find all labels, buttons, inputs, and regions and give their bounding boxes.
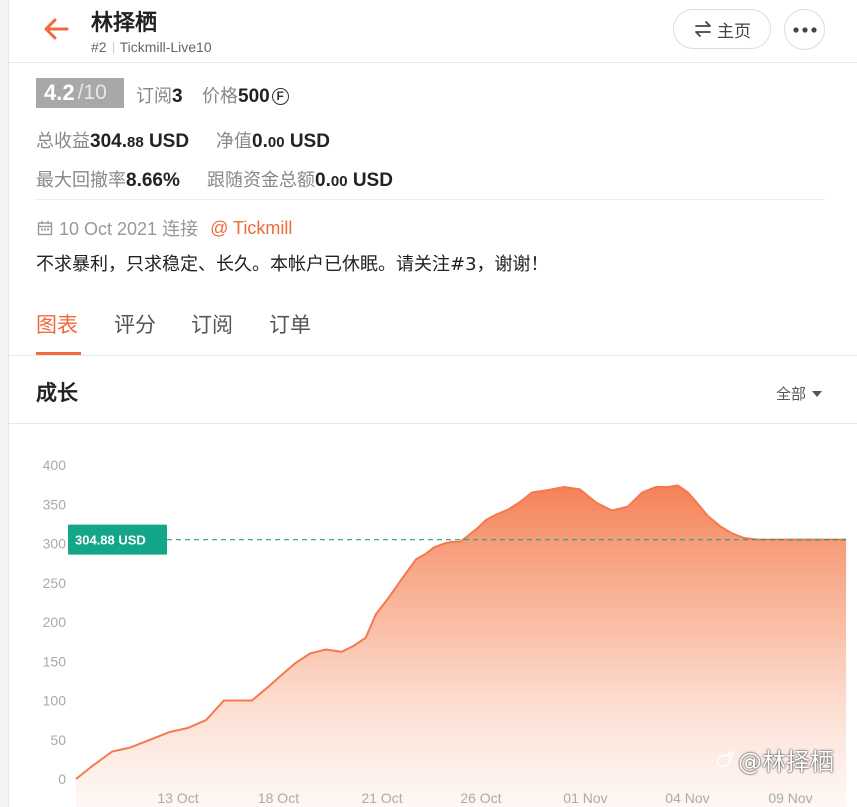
rank: #2 [91, 39, 107, 55]
net-value-unit: USD [289, 131, 330, 152]
home-button[interactable]: 主页 [673, 9, 771, 49]
tab-chart[interactable]: 图表 [36, 309, 78, 339]
total-profit-stat: 总收益304.88 USD [36, 127, 189, 153]
header-divider [9, 62, 857, 63]
follow-funds-value: 0.00 USD [315, 170, 393, 191]
x-tick-label: 04 Nov [665, 790, 709, 806]
net-value-stat: 净值0.00 USD [216, 127, 330, 153]
x-tick-label: 21 Oct [361, 790, 402, 806]
x-tick-label: 18 Oct [258, 790, 299, 806]
net-value-int: 0. [252, 131, 268, 152]
growth-section-title: 成长 [36, 381, 78, 405]
trader-name: 林择栖 [91, 11, 158, 36]
stats-divider [35, 199, 825, 200]
range-filter-label: 全部 [776, 385, 807, 403]
follow-funds-int: 0. [315, 170, 331, 191]
x-tick-label: 01 Nov [563, 790, 607, 806]
currency-coin-icon: F [271, 88, 289, 105]
total-profit-dec: 88 [126, 134, 144, 151]
net-value-value: 0.00 USD [252, 131, 330, 152]
connection-row: 10 Oct 2021 连接 @ Tickmill [37, 215, 292, 241]
subscriptions-value: 3 [172, 86, 183, 107]
price-label: 价格 [202, 86, 238, 107]
home-button-label: 主页 [717, 21, 751, 42]
more-options-button[interactable] [784, 9, 825, 50]
rating-badge: 4.2/10 [36, 78, 124, 108]
calendar-icon [37, 221, 53, 236]
y-tick-label: 50 [50, 732, 66, 748]
y-tick-label: 300 [43, 536, 67, 552]
y-tick-label: 100 [43, 693, 67, 709]
tab-subscriptions[interactable]: 订阅 [191, 309, 233, 339]
swap-icon [695, 21, 711, 37]
account-description: 不求暴利，只求稳定、长久。本帐户已休眠。请关注#3，谢谢！ [36, 254, 549, 275]
total-profit-label: 总收益 [36, 131, 90, 152]
rating-score: 4.2 [44, 80, 75, 105]
subscriptions-stat: 订阅3 [136, 82, 183, 108]
y-tick-label: 150 [43, 653, 67, 669]
price-value: 500 [238, 86, 270, 107]
broker-link[interactable]: @ Tickmill [210, 218, 292, 239]
server-name: Tickmill-Live10 [119, 39, 212, 55]
range-filter-dropdown[interactable]: 全部 [776, 383, 823, 404]
max-drawdown-label: 最大回撤率 [36, 170, 126, 191]
rating-denominator: /10 [77, 81, 107, 104]
follow-funds-unit: USD [352, 170, 393, 191]
y-tick-label: 200 [43, 614, 67, 630]
y-tick-label: 400 [43, 457, 67, 473]
max-drawdown-stat: 最大回撤率8.66% [36, 166, 180, 192]
trader-profile-card: 林择栖 #2 Tickmill-Live10 主页 4.2/10 订阅3 价格50… [8, 0, 857, 807]
watermark-text: @林择栖 [738, 748, 834, 776]
y-tick-label: 350 [43, 496, 67, 512]
account-info: #2 Tickmill-Live10 [91, 39, 212, 55]
follow-funds-stat: 跟随资金总额0.00 USD [207, 166, 393, 192]
section-divider [9, 423, 857, 424]
tab-orders[interactable]: 订单 [269, 309, 311, 339]
max-drawdown-value: 8.66% [126, 170, 180, 191]
connection-date: 10 Oct 2021 连接 [59, 219, 199, 239]
chevron-down-icon [812, 390, 823, 397]
net-value-dec: 00 [267, 134, 285, 151]
follow-funds-label: 跟随资金总额 [207, 170, 315, 191]
tab-rating[interactable]: 评分 [114, 309, 156, 339]
follow-funds-dec: 00 [330, 173, 348, 190]
current-value-label: 304.88 USD [75, 533, 146, 548]
watermark: @林择栖 [714, 742, 834, 777]
net-value-label: 净值 [216, 131, 252, 152]
x-tick-label: 09 Nov [768, 790, 812, 806]
total-profit-int: 304. [90, 131, 127, 152]
price-stat: 价格500 F [202, 82, 289, 108]
x-tick-label: 13 Oct [157, 790, 198, 806]
more-dots-icon [792, 26, 817, 33]
y-tick-label: 0 [58, 771, 66, 787]
separator [112, 42, 114, 55]
y-tick-label: 250 [43, 575, 67, 591]
tabs-divider [9, 355, 857, 356]
weibo-logo-icon [716, 750, 734, 767]
total-profit-value: 304.88 USD [90, 131, 189, 152]
subscriptions-label: 订阅 [136, 86, 172, 107]
back-arrow-icon[interactable] [39, 12, 73, 46]
total-profit-unit: USD [148, 131, 190, 152]
x-tick-label: 26 Oct [460, 790, 501, 806]
